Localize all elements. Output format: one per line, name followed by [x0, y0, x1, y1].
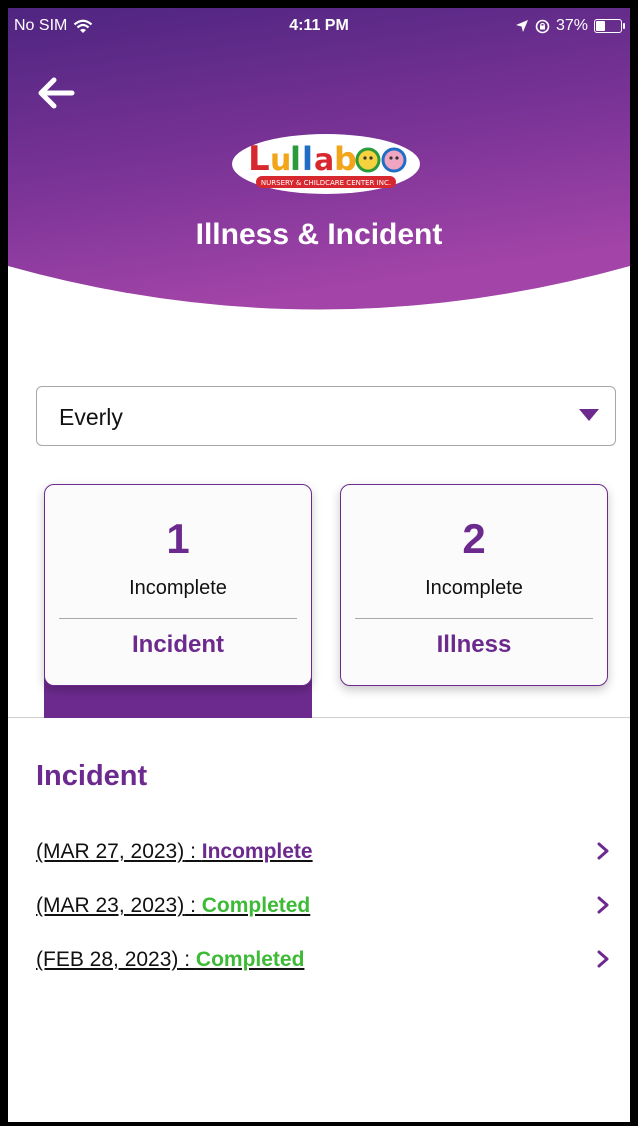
svg-text:NURSERY & CHILDCARE CENTER INC: NURSERY & CHILDCARE CENTER INC.	[261, 179, 391, 187]
illness-summary-card[interactable]: 2 Incomplete Illness	[340, 484, 608, 686]
svg-text:a: a	[314, 143, 334, 178]
item-separator: :	[184, 840, 202, 863]
item-date: (MAR 27, 2023)	[36, 840, 185, 863]
svg-text:b: b	[334, 140, 357, 178]
chevron-right-icon	[597, 950, 609, 968]
app-screen: No SIM 4:11 PM 37% L u l l a b NURSERY &…	[8, 8, 630, 1122]
incident-list-item[interactable]: (MAR 23, 2023) : Completed	[36, 886, 610, 926]
incident-item-text: (MAR 27, 2023) : Incomplete	[36, 840, 313, 864]
battery-percent: 37%	[555, 17, 588, 34]
svg-text:u: u	[270, 143, 291, 178]
card-divider	[59, 618, 297, 619]
item-separator: :	[178, 948, 196, 971]
chevron-right-icon	[597, 842, 609, 860]
svg-text:L: L	[248, 139, 270, 179]
incident-list-item[interactable]: (FEB 28, 2023) : Completed	[36, 940, 610, 980]
section-title: Incident	[36, 760, 148, 792]
item-status: Completed	[201, 894, 311, 917]
page-title: Illness & Incident	[195, 218, 443, 251]
chevron-right-icon	[597, 896, 609, 914]
status-bar: No SIM 4:11 PM 37%	[8, 8, 630, 44]
illness-category-label: Illness	[436, 631, 512, 658]
incident-item-text: (FEB 28, 2023) : Completed	[36, 948, 304, 972]
incident-status-label: Incomplete	[129, 577, 227, 599]
item-status: Incomplete	[201, 840, 313, 863]
lullaboo-logo: L u l l a b NURSERY & CHILDCARE CENTER I…	[232, 134, 420, 194]
item-separator: :	[184, 894, 202, 917]
svg-text:l: l	[302, 140, 313, 178]
illness-count: 2	[462, 515, 486, 562]
incident-category-label: Incident	[131, 631, 224, 658]
card-divider	[355, 618, 593, 619]
incident-list-item[interactable]: (MAR 27, 2023) : Incomplete	[36, 832, 610, 872]
incident-item-text: (MAR 23, 2023) : Completed	[36, 894, 310, 918]
item-date: (MAR 23, 2023)	[36, 894, 185, 917]
item-status: Completed	[195, 948, 305, 971]
triangle-down-icon	[579, 409, 599, 421]
incident-count: 1	[166, 515, 190, 562]
back-arrow-icon[interactable]	[32, 70, 78, 116]
location-arrow-icon	[515, 20, 528, 32]
item-date: (FEB 28, 2023)	[36, 948, 179, 971]
illness-status-label: Incomplete	[425, 577, 523, 599]
incident-summary-card[interactable]: 1 Incomplete Incident	[44, 484, 312, 686]
svg-text:l: l	[290, 140, 301, 178]
battery-icon	[594, 19, 625, 33]
child-select-value: Everly	[59, 404, 123, 430]
child-select-dropdown[interactable]: Everly	[36, 386, 616, 446]
rotation-lock-icon	[535, 19, 550, 33]
